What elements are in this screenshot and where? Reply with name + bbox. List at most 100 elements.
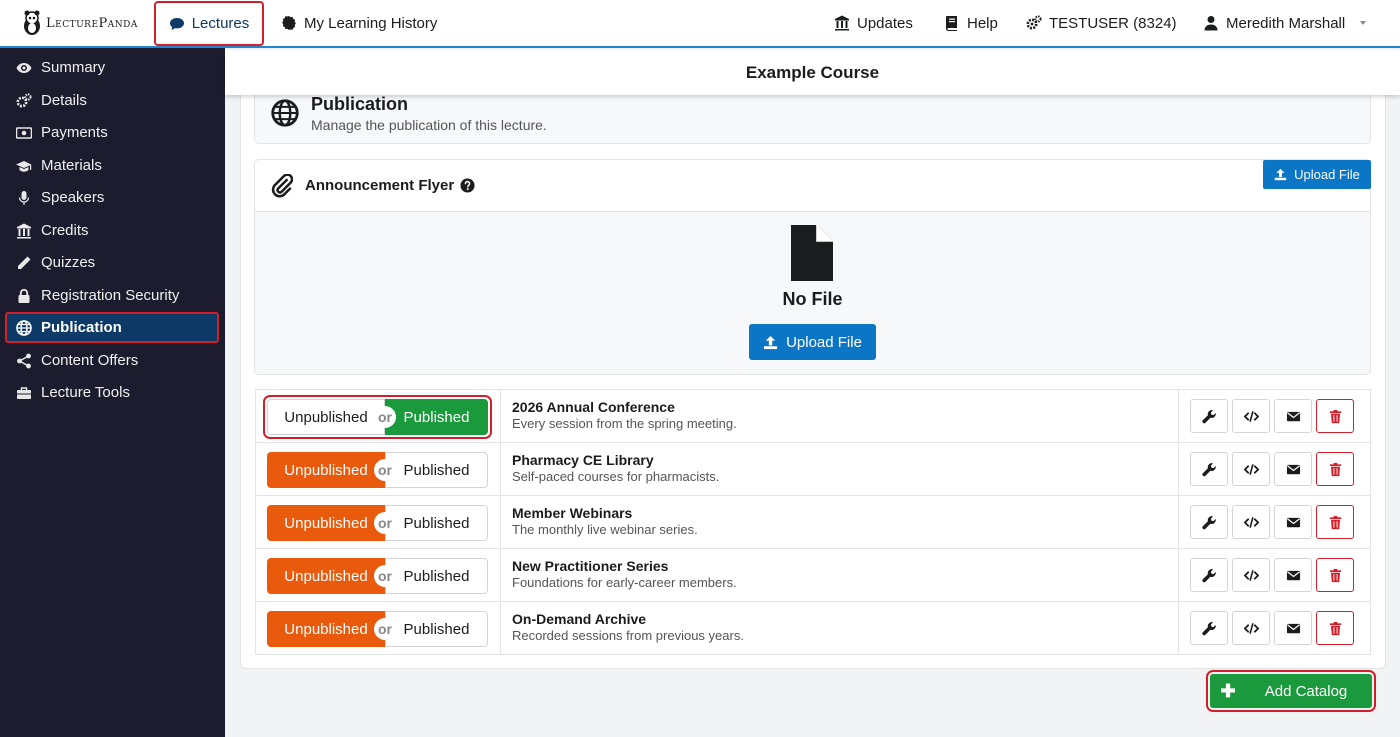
published-button[interactable]: Published — [385, 399, 488, 435]
settings-button[interactable] — [1190, 505, 1228, 539]
panda-logo-icon — [24, 10, 40, 35]
sidebar-item-summary[interactable]: Summary — [5, 52, 219, 83]
catalog-actions — [1190, 399, 1354, 433]
upload-file-label: Upload File — [786, 333, 862, 351]
trash-icon — [1328, 621, 1343, 636]
settings-button[interactable] — [1190, 611, 1228, 645]
sidebar-item-label: Registration Security — [41, 287, 180, 304]
sidebar-item-materials[interactable]: Materials — [5, 150, 219, 181]
sidebar-item-publication[interactable]: Publication — [5, 312, 219, 343]
unpublished-label: Unpublished — [284, 461, 368, 479]
published-button[interactable]: Published — [385, 558, 488, 594]
sidebar-item-label: Publication — [41, 319, 122, 336]
code-icon — [1243, 462, 1259, 477]
money-icon — [16, 126, 32, 139]
sidebar-item-label: Credits — [41, 222, 89, 239]
email-button[interactable] — [1274, 558, 1312, 592]
settings-button[interactable] — [1190, 399, 1228, 433]
catalog-name: On-Demand Archive — [512, 611, 647, 627]
wrench-icon — [1201, 462, 1217, 477]
toolbox-icon — [17, 386, 31, 399]
sidebar-item-payments[interactable]: Payments — [5, 117, 219, 148]
unpublished-button[interactable]: Unpublished — [267, 611, 385, 647]
brand-logo[interactable]: LecturePanda — [22, 9, 138, 37]
file-icon — [791, 225, 833, 281]
unpublished-button[interactable]: Unpublished — [267, 399, 385, 435]
university-icon — [835, 15, 849, 31]
email-button[interactable] — [1274, 505, 1312, 539]
published-label: Published — [403, 567, 470, 585]
delete-button[interactable] — [1316, 611, 1354, 645]
toggle-or: or — [374, 565, 396, 587]
delete-button[interactable] — [1316, 505, 1354, 539]
published-button[interactable]: Published — [385, 452, 488, 488]
published-label: Published — [403, 461, 470, 479]
wrench-icon — [1201, 568, 1217, 583]
gears-icon — [16, 92, 32, 107]
catalog-description: Foundations for early-career members. — [512, 575, 737, 590]
question-circle-icon[interactable] — [460, 178, 475, 193]
pencil-icon — [18, 256, 31, 269]
unpublished-label: Unpublished — [284, 408, 368, 426]
delete-button[interactable] — [1316, 558, 1354, 592]
catalog-row: Unpublished or Published On-Demand Archive R… — [256, 602, 1370, 655]
publish-toggle: Unpublished or Published — [267, 452, 488, 488]
published-button[interactable]: Published — [385, 611, 488, 647]
embed-code-button[interactable] — [1232, 611, 1270, 645]
email-button[interactable] — [1274, 452, 1312, 486]
upload-file-button[interactable]: Upload File — [749, 324, 876, 360]
published-button[interactable]: Published — [385, 505, 488, 541]
sidebar-item-content-offers[interactable]: Content Offers — [5, 345, 219, 376]
upload-file-button-header[interactable]: Upload File — [1263, 160, 1371, 189]
catalog-description: Self-paced courses for pharmacists. — [512, 469, 720, 484]
unpublished-button[interactable]: Unpublished — [267, 505, 385, 541]
trash-icon — [1328, 409, 1343, 424]
embed-code-button[interactable] — [1232, 558, 1270, 592]
sidebar-item-label: Quizzes — [41, 254, 96, 271]
delete-button[interactable] — [1316, 452, 1354, 486]
settings-button[interactable] — [1190, 452, 1228, 486]
settings-button[interactable] — [1190, 558, 1228, 592]
nav-learning-history[interactable]: My Learning History — [281, 0, 437, 46]
sidebar-item-details[interactable]: Details — [5, 85, 219, 116]
lock-icon — [18, 288, 30, 303]
email-button[interactable] — [1274, 399, 1312, 433]
catalog-name: Pharmacy CE Library — [512, 452, 654, 468]
paperclip-icon — [271, 174, 293, 198]
upload-icon — [764, 335, 778, 349]
envelope-icon — [1286, 462, 1301, 477]
email-button[interactable] — [1274, 611, 1312, 645]
delete-button[interactable] — [1316, 399, 1354, 433]
nav-user-menu[interactable]: Meredith Marshall — [1203, 0, 1368, 46]
catalog-row: Unpublished or Published Member Webinars The… — [256, 496, 1370, 549]
embed-code-button[interactable] — [1232, 399, 1270, 433]
catalog-name: 2026 Annual Conference — [512, 399, 675, 415]
sidebar-item-speakers[interactable]: Speakers — [5, 182, 219, 213]
sidebar-item-lecture-tools[interactable]: Lecture Tools — [5, 377, 219, 408]
nav-lectures[interactable]: Lectures — [154, 1, 264, 46]
nav-account-label: TESTUSER (8324) — [1049, 14, 1177, 32]
embed-code-button[interactable] — [1232, 505, 1270, 539]
unpublished-button[interactable]: Unpublished — [267, 558, 385, 594]
add-catalog-button[interactable]: ✚ Add Catalog — [1206, 670, 1376, 712]
unpublished-button[interactable]: Unpublished — [267, 452, 385, 488]
trash-icon — [1328, 462, 1343, 477]
nav-user-label: Meredith Marshall — [1226, 14, 1346, 32]
institution-icon — [17, 223, 31, 238]
column-divider — [1178, 390, 1179, 442]
sidebar-item-registration-security[interactable]: Registration Security — [5, 280, 219, 311]
nav-updates[interactable]: Updates — [834, 0, 913, 46]
sidebar-item-credits[interactable]: Credits — [5, 215, 219, 246]
nav-account[interactable]: TESTUSER (8324) — [1026, 0, 1177, 46]
upload-icon — [1274, 168, 1287, 181]
embed-code-button[interactable] — [1232, 452, 1270, 486]
column-divider — [500, 390, 501, 442]
column-divider — [1178, 549, 1179, 601]
nav-help[interactable]: Help — [944, 0, 998, 46]
column-divider — [500, 602, 501, 655]
nav-updates-label: Updates — [857, 14, 913, 32]
published-label: Published — [403, 408, 470, 426]
code-icon — [1243, 568, 1259, 583]
sidebar-item-quizzes[interactable]: Quizzes — [5, 247, 219, 278]
globe-icon — [271, 99, 299, 127]
